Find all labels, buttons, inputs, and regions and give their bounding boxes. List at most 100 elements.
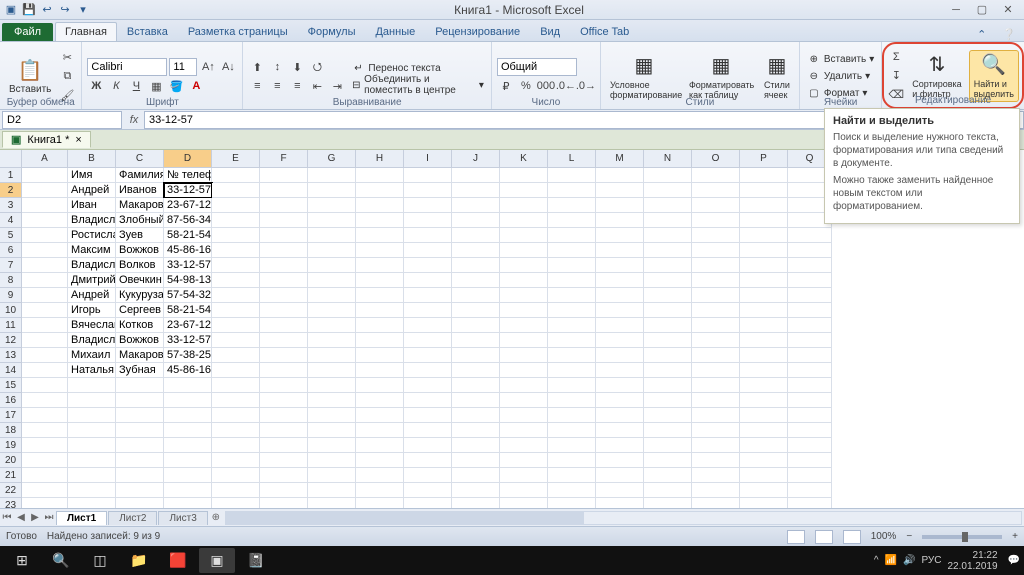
cell-H15[interactable] [356,378,404,393]
cell-A13[interactable] [22,348,68,363]
cell-D4[interactable]: 87-56-34 [164,213,212,228]
cell-N5[interactable] [644,228,692,243]
cell-A17[interactable] [22,408,68,423]
cut-icon[interactable]: ✂ [58,49,76,67]
cell-O2[interactable] [692,183,740,198]
cell-N22[interactable] [644,483,692,498]
cell-L17[interactable] [548,408,596,423]
cell-Q14[interactable] [788,363,832,378]
cell-G4[interactable] [308,213,356,228]
cell-D2[interactable]: 33-12-57 [164,183,212,198]
cell-L7[interactable] [548,258,596,273]
cell-O19[interactable] [692,438,740,453]
cell-P11[interactable] [740,318,788,333]
row-header-8[interactable]: 8 [0,273,22,288]
cell-I2[interactable] [404,183,452,198]
cell-M14[interactable] [596,363,644,378]
cell-Q17[interactable] [788,408,832,423]
cell-D11[interactable]: 23-67-12 [164,318,212,333]
cell-L6[interactable] [548,243,596,258]
cell-E18[interactable] [212,423,260,438]
cell-C19[interactable] [116,438,164,453]
cell-F7[interactable] [260,258,308,273]
cell-N14[interactable] [644,363,692,378]
cell-E23[interactable] [212,498,260,508]
tab-page-layout[interactable]: Разметка страницы [178,22,298,41]
cell-Q7[interactable] [788,258,832,273]
language-indicator[interactable]: РУС [921,555,941,566]
tab-data[interactable]: Данные [365,22,425,41]
row-header-12[interactable]: 12 [0,333,22,348]
cell-L1[interactable] [548,168,596,183]
cell-K9[interactable] [500,288,548,303]
cell-K21[interactable] [500,468,548,483]
tab-formulas[interactable]: Формулы [298,22,366,41]
cell-F16[interactable] [260,393,308,408]
cell-K1[interactable] [500,168,548,183]
orientation-icon[interactable]: ⭯ [308,58,326,76]
align-top-icon[interactable]: ⬆ [248,58,266,76]
cell-P16[interactable] [740,393,788,408]
cell-O7[interactable] [692,258,740,273]
cell-K23[interactable] [500,498,548,508]
align-bottom-icon[interactable]: ⬇ [288,58,306,76]
font-name-combo[interactable]: Calibri [87,58,167,76]
cell-O13[interactable] [692,348,740,363]
cell-J13[interactable] [452,348,500,363]
cell-L4[interactable] [548,213,596,228]
cell-E8[interactable] [212,273,260,288]
cell-K6[interactable] [500,243,548,258]
cell-D18[interactable] [164,423,212,438]
row-header-11[interactable]: 11 [0,318,22,333]
font-size-combo[interactable]: 11 [169,58,197,76]
cell-C11[interactable]: Котков [116,318,164,333]
cell-P5[interactable] [740,228,788,243]
col-header-I[interactable]: I [404,150,452,168]
cell-F22[interactable] [260,483,308,498]
cell-I13[interactable] [404,348,452,363]
search-icon[interactable]: 🔍 [43,548,79,573]
cell-F14[interactable] [260,363,308,378]
cell-J6[interactable] [452,243,500,258]
col-header-O[interactable]: O [692,150,740,168]
cell-K22[interactable] [500,483,548,498]
qat-dropdown-icon[interactable]: ▾ [76,3,90,17]
cell-O6[interactable] [692,243,740,258]
cell-D14[interactable]: 45-86-16 [164,363,212,378]
cell-D1[interactable]: № телефона [164,168,212,183]
cell-C7[interactable]: Волков [116,258,164,273]
cell-Q6[interactable] [788,243,832,258]
align-left-icon[interactable]: ≡ [248,77,266,95]
cell-K2[interactable] [500,183,548,198]
cell-M21[interactable] [596,468,644,483]
increase-decimal-icon[interactable]: .0← [557,77,575,95]
col-header-E[interactable]: E [212,150,260,168]
cell-L21[interactable] [548,468,596,483]
cell-J15[interactable] [452,378,500,393]
close-doc-icon[interactable]: × [75,134,81,146]
cell-N15[interactable] [644,378,692,393]
cell-B22[interactable] [68,483,116,498]
cell-N1[interactable] [644,168,692,183]
cell-H2[interactable] [356,183,404,198]
row-header-15[interactable]: 15 [0,378,22,393]
cell-P13[interactable] [740,348,788,363]
cell-F3[interactable] [260,198,308,213]
select-all-corner[interactable] [0,150,22,168]
cell-J17[interactable] [452,408,500,423]
tab-home[interactable]: Главная [55,22,117,41]
cell-A8[interactable] [22,273,68,288]
cell-I4[interactable] [404,213,452,228]
row-header-18[interactable]: 18 [0,423,22,438]
cell-J3[interactable] [452,198,500,213]
cell-D7[interactable]: 33-12-57 [164,258,212,273]
paste-button[interactable]: 📋 Вставить [5,51,55,103]
cell-H4[interactable] [356,213,404,228]
cell-P14[interactable] [740,363,788,378]
cell-I15[interactable] [404,378,452,393]
cell-N21[interactable] [644,468,692,483]
copy-icon[interactable]: ⧉ [58,68,76,86]
cell-I23[interactable] [404,498,452,508]
fill-icon[interactable]: ↧ [887,67,905,85]
cell-H10[interactable] [356,303,404,318]
